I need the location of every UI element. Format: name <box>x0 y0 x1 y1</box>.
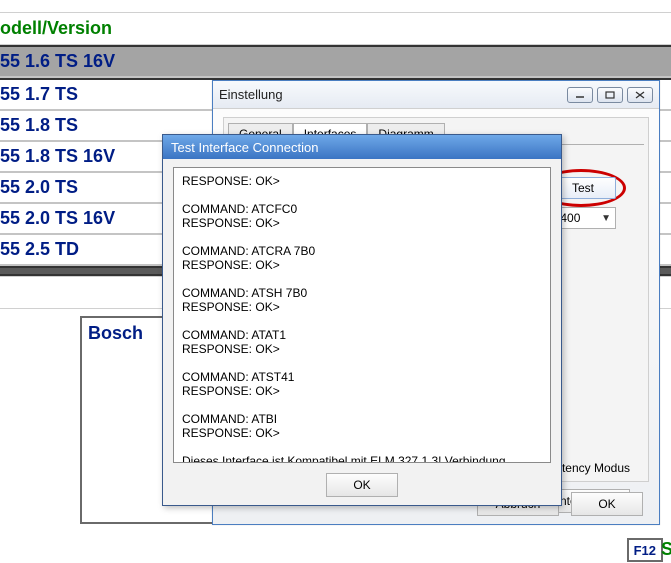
window-titlebar: Einstellung <box>213 81 659 109</box>
page-header: odell/Version <box>0 12 671 45</box>
su-label: Su <box>661 539 671 560</box>
dialog-title: Test Interface Connection <box>163 135 561 159</box>
chevron-down-icon: ▼ <box>601 213 611 224</box>
window-title: Einstellung <box>219 87 567 102</box>
dialog-ok-button[interactable]: OK <box>326 473 398 497</box>
f12-button[interactable]: F12 <box>627 538 663 562</box>
dialog-log: RESPONSE: OK> COMMAND: ATCFC0 RESPONSE: … <box>173 167 551 463</box>
maximize-button[interactable] <box>597 87 623 103</box>
ok-button[interactable]: OK <box>571 492 643 516</box>
minimize-button[interactable] <box>567 87 593 103</box>
close-button[interactable] <box>627 87 653 103</box>
list-item[interactable]: 55 1.6 TS 16V <box>0 47 671 78</box>
control-unit-label: Bosch <box>88 323 143 343</box>
test-connection-dialog: Test Interface Connection RESPONSE: OK> … <box>162 134 562 506</box>
